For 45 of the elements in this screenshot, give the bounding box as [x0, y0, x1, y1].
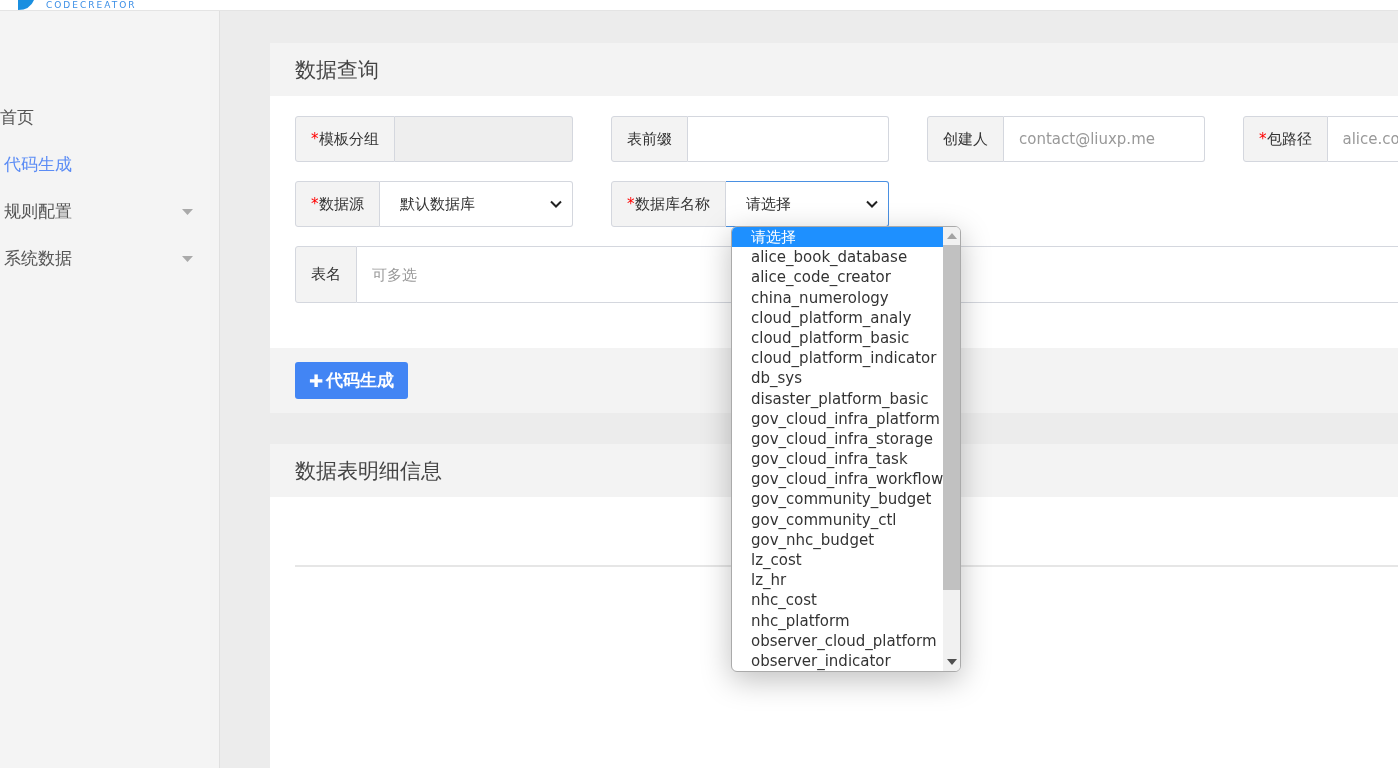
dropdown-option[interactable]: gov_cloud_infra_platform: [732, 408, 944, 429]
field-label: 表名: [295, 246, 357, 303]
generate-button[interactable]: ✚ 代码生成: [295, 362, 409, 399]
dropdown-option[interactable]: cloud_platform_analy: [732, 307, 944, 328]
dropdown-option[interactable]: alice_code_creator: [732, 267, 944, 288]
dropdown-option[interactable]: cloud_platform_basic: [732, 327, 944, 349]
input-field[interactable]: [688, 116, 889, 162]
panel-title: 数据表明细信息: [295, 457, 442, 485]
logo-icon: [16, 0, 36, 10]
field-label: 表前缀: [611, 116, 688, 162]
scrollbar[interactable]: [943, 227, 960, 672]
panel-title: 数据查询: [295, 56, 379, 84]
dropdown-option[interactable]: cloud_platform_indicator: [732, 348, 944, 369]
field-label: *数据库名称: [611, 181, 726, 227]
dropdown-option[interactable]: gov_cloud_infra_workflow: [732, 469, 944, 490]
dropdown-option[interactable]: alice_book_database: [732, 247, 944, 268]
chevron-icon: [550, 200, 562, 208]
field-label: *数据源: [295, 181, 380, 227]
input-field[interactable]: alice.co: [1327, 116, 1398, 162]
scroll-down-icon[interactable]: [946, 659, 957, 666]
sidebar-item[interactable]: 规则配置: [0, 188, 219, 235]
field-label: *模板分组: [295, 116, 395, 162]
dropdown-option[interactable]: lz_hr: [732, 570, 944, 591]
dropdown-option[interactable]: observer_cloud_platform: [732, 630, 944, 651]
dropdown-option[interactable]: disaster_platform_basic: [732, 388, 944, 409]
dropdown-option[interactable]: gov_community_ctl: [732, 509, 944, 530]
select-field[interactable]: 默认数据库: [379, 181, 573, 227]
chevron-icon: [866, 200, 878, 208]
scroll-up-icon[interactable]: [946, 233, 957, 239]
sidebar-item[interactable]: 首页: [0, 94, 219, 141]
dropdown-option[interactable]: observer_indicator: [732, 650, 944, 672]
dropdown-option[interactable]: nhc_platform: [732, 610, 944, 631]
sidebar-item[interactable]: 系统数据: [0, 235, 219, 282]
dropdown-option[interactable]: gov_cloud_infra_task: [732, 449, 944, 470]
dropdown-option[interactable]: lz_cost: [732, 550, 944, 571]
dropdown-option[interactable]: db_sys: [732, 368, 944, 389]
dropdown-option[interactable]: gov_nhc_budget: [732, 529, 944, 550]
dropdown-option[interactable]: nhc_cost: [732, 590, 944, 611]
select-field[interactable]: 请选择: [725, 181, 889, 227]
field-label: *包路径: [1243, 116, 1328, 162]
field-label: 创建人: [927, 116, 1004, 162]
logo-text: CODECREATOR: [46, 0, 137, 10]
input-field[interactable]: contact@liuxp.me: [1004, 116, 1205, 162]
dropdown-option[interactable]: gov_cloud_infra_storage: [732, 428, 944, 450]
dropdown-option[interactable]: gov_community_budget: [732, 489, 944, 510]
